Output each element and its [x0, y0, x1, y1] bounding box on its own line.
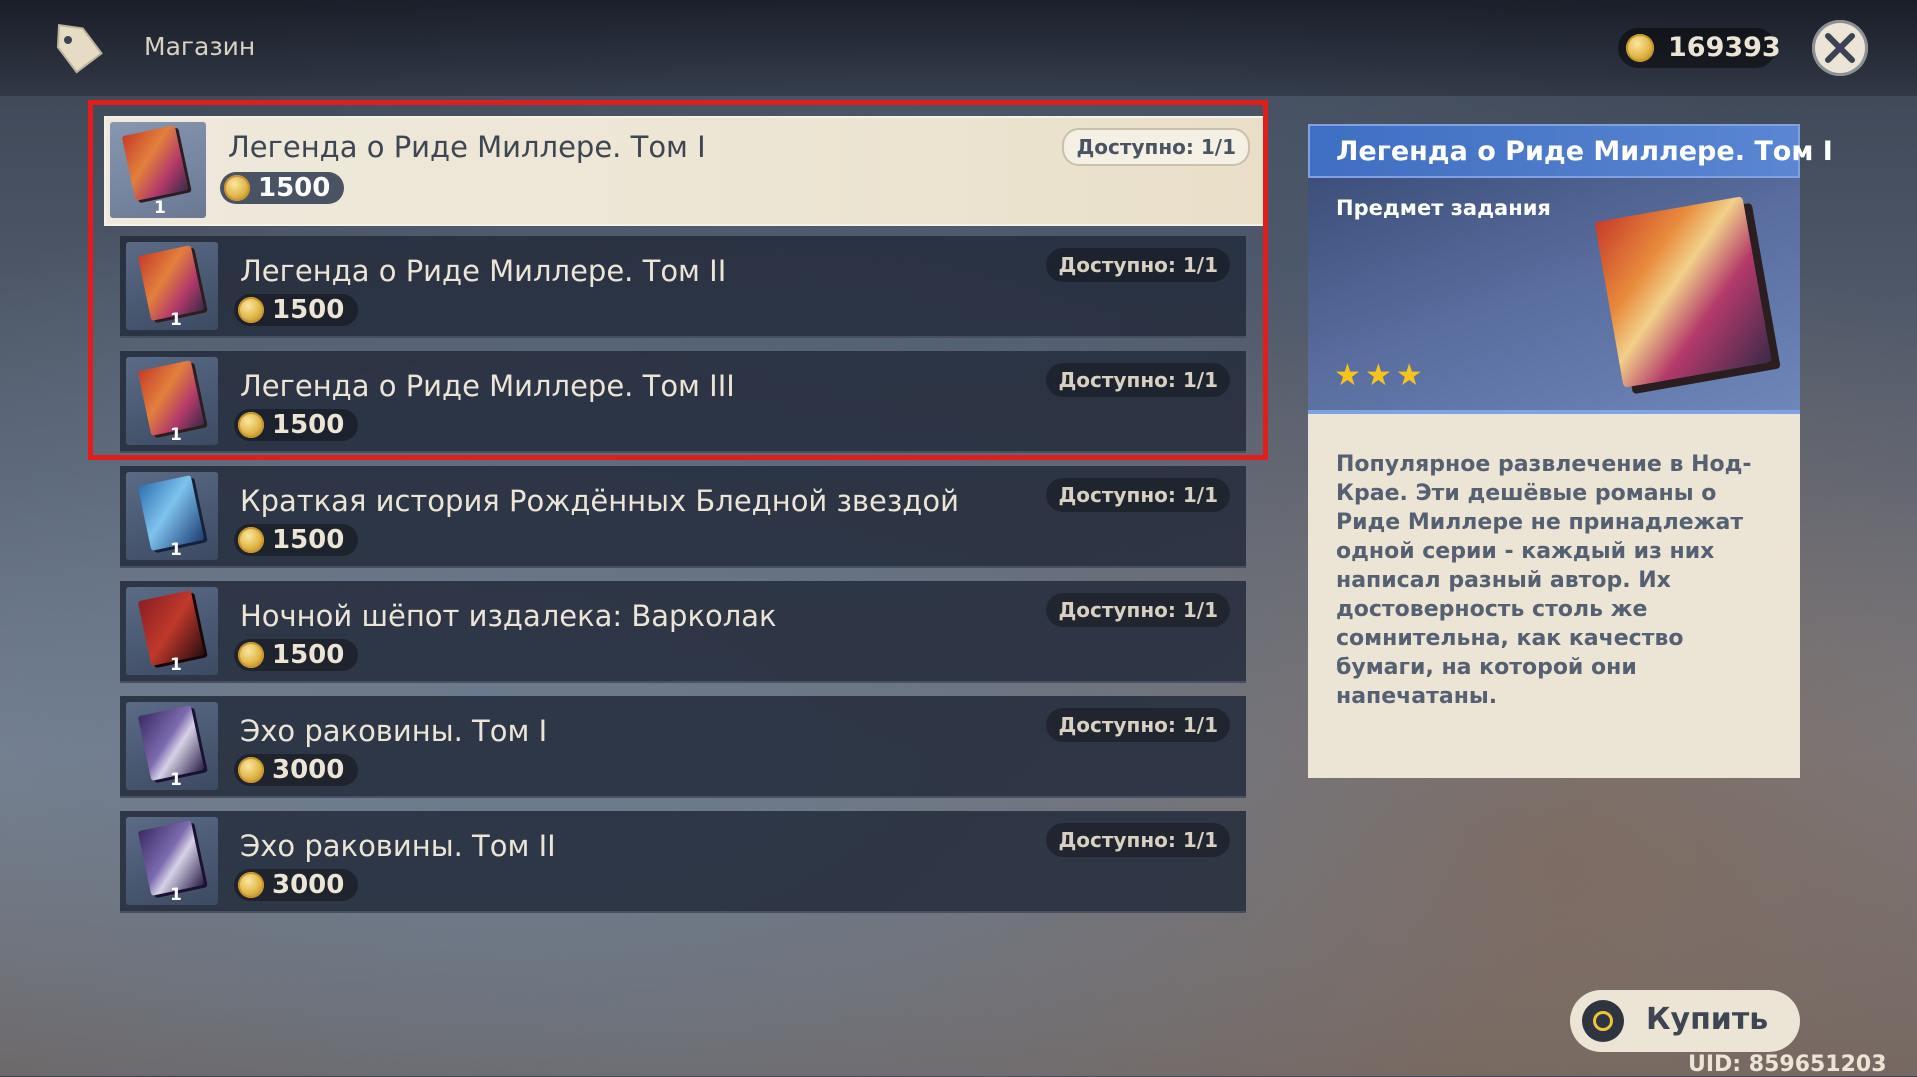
close-icon [1825, 33, 1855, 63]
currency-value: 169393 [1668, 32, 1781, 63]
close-button[interactable] [1812, 20, 1868, 76]
book-cover-icon [1594, 196, 1772, 388]
item-thumbnail: 1 [126, 817, 218, 905]
item-availability: Доступно: 1/1 [1046, 478, 1230, 512]
detail-title: Легенда о Риде Миллере. Том I [1336, 136, 1833, 167]
price-tag-icon [56, 23, 103, 74]
item-title: Эхо раковины. Том II [240, 829, 556, 863]
mora-coin-icon [238, 872, 264, 898]
shop-item-row[interactable]: 1 Эхо раковины. Том I 3000 Доступно: 1/1 [120, 696, 1246, 798]
mora-coin-icon [238, 757, 264, 783]
item-price: 3000 [234, 869, 359, 901]
item-price-value: 1500 [272, 640, 345, 670]
mora-coin-icon [238, 642, 264, 668]
item-quantity: 1 [170, 655, 182, 675]
detail-header: Легенда о Риде Миллере. Том I [1308, 124, 1833, 178]
item-availability: Доступно: 1/1 [1046, 593, 1230, 627]
detail-item-type: Предмет задания [1336, 196, 1551, 220]
item-title: Ночной шёпот издалека: Варколак [240, 599, 777, 633]
item-thumbnail: 1 [126, 472, 218, 560]
highlight-box [88, 100, 1268, 460]
item-quantity: 1 [170, 770, 182, 790]
mora-coin-icon [238, 527, 264, 553]
item-detail-panel: Легенда о Риде Миллере. Том I Предмет за… [1308, 124, 1833, 778]
top-bar: Магазин 169393 [0, 0, 1917, 96]
currency-display: 169393 [1618, 28, 1781, 68]
item-price: 3000 [234, 754, 359, 786]
item-availability: Доступно: 1/1 [1046, 823, 1230, 857]
detail-banner: Предмет задания ★★★ [1308, 178, 1800, 414]
item-thumbnail: 1 [126, 702, 218, 790]
item-availability: Доступно: 1/1 [1046, 708, 1230, 742]
item-quantity: 1 [170, 540, 182, 560]
rarity-stars: ★★★ [1334, 358, 1427, 393]
item-title: Краткая история Рождённых Бледной звездо… [240, 484, 959, 518]
item-price-value: 3000 [272, 755, 345, 785]
item-price: 1500 [234, 639, 359, 671]
item-title: Эхо раковины. Том I [240, 714, 548, 748]
shop-item-row[interactable]: 1 Краткая история Рождённых Бледной звезд… [120, 466, 1246, 568]
detail-description: Популярное развлечение в Нод-Крае. Эти д… [1336, 452, 1752, 709]
shop-item-row[interactable]: 1 Ночной шёпот издалека: Варколак 1500 Дост… [120, 581, 1246, 683]
item-price-value: 3000 [272, 870, 345, 900]
detail-body: Популярное развлечение в Нод-Крае. Эти д… [1308, 414, 1800, 778]
buy-label: Купить [1646, 1002, 1769, 1037]
shop-item-row[interactable]: 1 Эхо раковины. Том II 3000 Доступно: 1/1 [120, 811, 1246, 913]
buy-button[interactable]: Купить [1570, 990, 1800, 1052]
item-thumbnail: 1 [126, 587, 218, 675]
item-quantity: 1 [170, 885, 182, 905]
item-price: 1500 [234, 524, 359, 556]
controller-button-icon [1582, 1000, 1624, 1042]
shop-title: Магазин [144, 32, 256, 61]
uid-label: UID: 859651203 [1688, 1052, 1887, 1077]
item-price-value: 1500 [272, 525, 345, 555]
mora-coin-icon [1626, 34, 1654, 62]
